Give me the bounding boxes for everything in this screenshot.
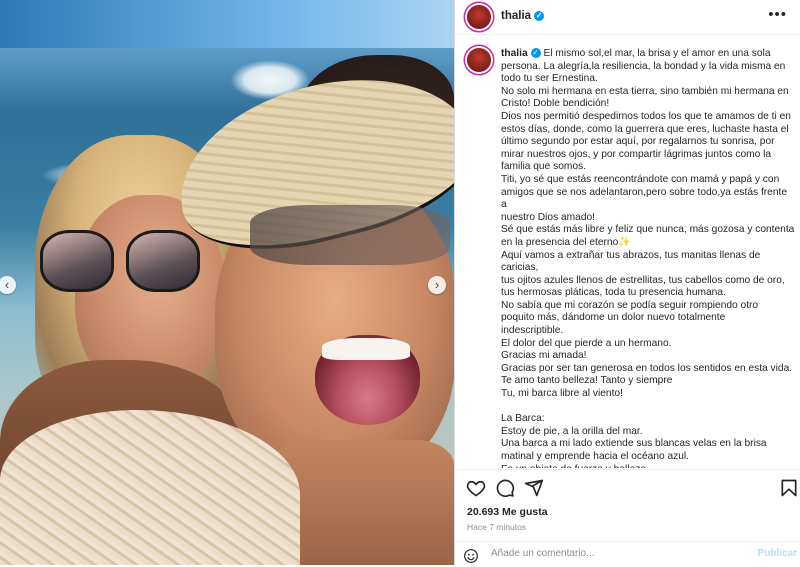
photo-right-glasses (250, 205, 450, 265)
caption-line: No solo mi hermana en esta tierra, sino … (501, 85, 789, 97)
caption-line: La Barca: (501, 413, 545, 425)
caption-area: thalia ✓ El mismo sol,el mar, la brisa y … (455, 38, 800, 468)
likes-count[interactable]: 20.693 Me gusta (467, 506, 548, 518)
header-username[interactable]: thalia ✓ (501, 10, 545, 22)
verified-badge-icon: ✓ (534, 11, 545, 21)
caption-line: tus ojitos azules llenos de estrellitas,… (501, 274, 785, 286)
caption-line: Aquí vamos a extrañar tus abrazos, tus m… (501, 249, 764, 274)
caption-line: nuestro Dios amado! (501, 211, 596, 223)
caption-line: El mismo sol,el mar, la brisa y el amor … (543, 48, 771, 59)
caption-line: tus hermosas pláticas, toda tu presencia… (501, 287, 726, 299)
photo-sky (0, 0, 454, 48)
verified-badge-icon: ✓ (530, 48, 541, 58)
caption-line: Sé que estás más libre y feliz que nunca… (501, 224, 795, 236)
caption-line: No sabía que mi corazón se podía seguir … (501, 299, 759, 311)
comment-bar: Publicar (455, 541, 800, 567)
chevron-left-icon: ‹ (4, 277, 10, 292)
caption-line: Te amo tanto belleza! Tanto y siempre (501, 375, 673, 387)
heart-icon[interactable] (466, 478, 486, 498)
caption-line: último segundo por estar aquí, por regal… (501, 136, 775, 148)
caption-username[interactable]: thalia (501, 48, 528, 59)
caption-text: thalia ✓ El mismo sol,el mar, la brisa y … (501, 48, 795, 468)
bookmark-icon[interactable] (779, 478, 799, 498)
post-photo[interactable]: ‹ › (0, 0, 454, 565)
caption-line: amigos que se nos adelantaron,pero sobre… (501, 186, 790, 211)
caption-line: Una barca a mi lado extiende sus blancas… (501, 438, 767, 450)
caption-line: en la presencia del eterno✨ (501, 236, 631, 248)
caption-line: familia que somos. (501, 161, 586, 173)
post-side-panel: thalia ✓ ••• thalia ✓ El mismo sol,el mar,… (454, 0, 800, 565)
photo-teeth (322, 338, 410, 360)
comment-icon[interactable] (495, 478, 515, 498)
next-photo-button[interactable]: › (428, 276, 446, 294)
post-header: thalia ✓ ••• (455, 0, 800, 35)
publish-button[interactable]: Publicar (758, 548, 797, 559)
instagram-post-modal: ‹ › thalia ✓ ••• thalia ✓ El mismo sol,el … (0, 0, 800, 565)
photo-lens (126, 230, 200, 292)
actions-section: 20.693 Me gusta Hace 7 minutos Publicar (455, 469, 800, 566)
caption-line: mirar nuestros ojos, y por compartir lág… (501, 148, 772, 160)
share-icon[interactable] (524, 478, 544, 498)
post-timestamp[interactable]: Hace 7 minutos (467, 522, 526, 532)
caption-line: Cristo! Doble bendición! (501, 98, 610, 110)
chevron-right-icon: › (434, 277, 440, 292)
caption-line: matinal y emprende hacia el océano azul. (501, 451, 690, 462)
caption-line: poquito más, dándome un dolor nuevo tota… (501, 312, 726, 324)
prev-photo-button[interactable]: ‹ (0, 276, 16, 294)
caption-line: Estoy de pie, a la orilla del mar. (501, 425, 643, 437)
emoji-icon[interactable] (463, 548, 479, 564)
caption-line: Gracias mi amada! (501, 350, 587, 362)
caption-line: indescriptible. (501, 325, 564, 337)
caption-line: Dios nos permitió despedirnos todos los … (501, 110, 791, 122)
username-text[interactable]: thalia (501, 10, 531, 22)
caption-line: El dolor del que pierde a un hermano. (501, 337, 672, 349)
comment-input[interactable] (491, 548, 721, 559)
photo-sunglasses (40, 230, 200, 292)
caption-line: Titi, yo sé que estás reencontrándote co… (501, 173, 780, 185)
photo-lens (40, 230, 114, 292)
caption-avatar[interactable] (467, 48, 491, 72)
caption-line: Tu, mi barca libre al viento! (501, 388, 623, 400)
caption-line: persona. La alegría,la resiliencia, la b… (501, 60, 786, 72)
more-options-icon[interactable]: ••• (768, 6, 787, 23)
caption-line: Gracias por ser tan generosa en todos lo… (501, 362, 793, 374)
caption-line: estos días, donde, como la guerrera que … (501, 123, 789, 135)
caption-line: Es un objeto de fuerza y belleza. (501, 464, 649, 468)
caption-line: todo tu ser Ernestina. (501, 73, 598, 85)
avatar[interactable] (467, 5, 491, 29)
